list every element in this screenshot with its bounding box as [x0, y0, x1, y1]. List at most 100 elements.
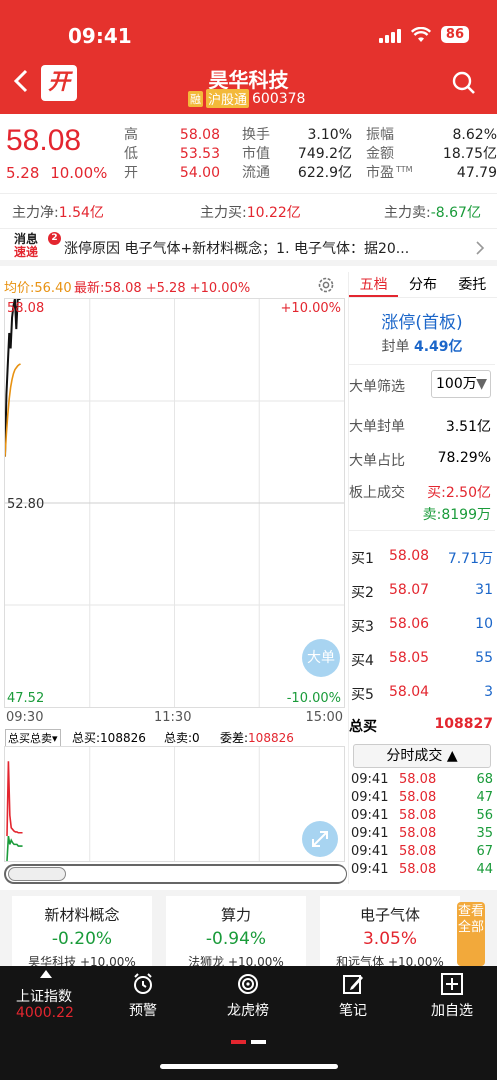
stat-value: 749.2亿 — [297, 146, 352, 162]
total-buy: 总买:108826 — [72, 729, 146, 746]
tick-volume: 67 — [476, 844, 493, 859]
alarm-clock-icon — [134, 973, 152, 994]
tab-alert[interactable]: 预警 — [103, 966, 183, 1020]
price-change: 5.28 10.00% — [6, 164, 107, 182]
bid-price: 58.05 — [389, 650, 430, 666]
big-seal-label: 大单封单 — [349, 419, 405, 435]
board-sell: 卖:8199万 — [423, 504, 491, 524]
x-tick-noon: 11:30 — [154, 710, 192, 725]
target-icon — [238, 974, 258, 994]
sector-change: -0.20% — [51, 929, 113, 949]
tick-volume: 56 — [476, 808, 493, 823]
stat-value: 47.79 — [456, 165, 497, 181]
stat-value: 8.62% — [452, 127, 497, 143]
total-buy-line — [6, 761, 23, 837]
tab-five-levels[interactable]: 五档 — [349, 272, 399, 297]
tab-alert-label: 预警 — [129, 1003, 157, 1019]
stat-label-sup: TTM — [396, 165, 413, 174]
tick-price: 58.08 — [399, 808, 437, 823]
net-flow-value: 1.54亿 — [58, 205, 104, 221]
board-buy-value: 2.50亿 — [445, 485, 491, 501]
y-tick-bottom: 47.52 — [7, 691, 45, 706]
tab-add-watchlist[interactable]: 加自选 — [412, 966, 492, 1020]
intraday-chart[interactable]: 58.08 52.80 47.52 +10.00% -10.00% 大单 — [4, 298, 345, 708]
bid-price: 58.04 — [389, 684, 430, 700]
board-buy-label: 买: — [427, 485, 446, 501]
volume-chart[interactable] — [4, 746, 345, 862]
bid-volume: 7.71万 — [447, 551, 493, 567]
tab-dragon-tiger[interactable]: 龙虎榜 — [208, 966, 288, 1020]
tick-trades-button[interactable]: 分时成交 ▲ — [353, 744, 491, 768]
tick-time: 09:41 — [351, 844, 389, 859]
scrollbar-handle[interactable] — [8, 867, 66, 881]
main-flow-row: 主力净:1.54亿 主力买:10.22亿 主力卖:-8.67亿 — [0, 196, 497, 226]
expand-button[interactable] — [302, 821, 338, 857]
tab-orders[interactable]: 委托 — [448, 272, 497, 297]
avg-price: 均价:56.40 — [4, 277, 72, 296]
avg-price-value: 56.40 — [34, 281, 72, 296]
stat-label: 流通 — [242, 165, 270, 181]
big-ratio-value: 78.29% — [437, 450, 491, 466]
stat-label: 振幅 — [366, 127, 394, 143]
news-logo-bottom: 速递 — [14, 245, 39, 259]
latest-change: +5.28 — [145, 281, 186, 296]
total-sell-line — [6, 835, 23, 862]
x-tick-close: 15:00 — [305, 710, 343, 725]
plus-square-icon — [441, 973, 463, 995]
filter-select[interactable]: 100万 ▼ — [431, 370, 491, 398]
sector-card[interactable]: 新材料概念 -0.20% 昊华科技 +10.00% — [12, 896, 152, 969]
status-icons: 86 — [378, 26, 469, 43]
stat-label: 金额 — [366, 146, 394, 162]
bid-volume: 3 — [484, 684, 493, 700]
bid-volume: 55 — [475, 650, 493, 666]
search-button[interactable] — [451, 70, 477, 96]
board-sell-value: 8199万 — [441, 507, 491, 523]
big-order-button[interactable]: 大单 — [302, 639, 340, 677]
x-tick-open: 09:30 — [6, 710, 44, 725]
change-pct: 10.00% — [50, 164, 108, 182]
sector-card[interactable]: 算力 -0.94% 法狮龙 +10.00% — [166, 896, 306, 969]
latest-pct: +10.00% — [189, 281, 251, 296]
big-ratio-label: 大单占比 — [349, 453, 405, 469]
pct-tick-bottom: -10.00% — [286, 691, 341, 706]
bid-level: 买2 — [351, 585, 374, 601]
tick-time: 09:41 — [351, 772, 389, 787]
status-time: 09:41 — [68, 24, 132, 48]
order-diff-value: 108826 — [248, 731, 294, 745]
chevron-right-icon — [476, 241, 485, 255]
tab-distribution[interactable]: 分布 — [398, 272, 447, 297]
tick-trades-label: 分时成交 — [386, 748, 443, 764]
tick-volume: 44 — [476, 862, 493, 877]
gear-icon[interactable] — [316, 275, 336, 295]
index-tab[interactable]: 上证指数 4000.22 — [4, 966, 86, 1026]
sell-flow-value: -8.67亿 — [430, 205, 481, 221]
triangle-down-icon: ▼ — [476, 376, 487, 392]
pct-tick-top: +10.00% — [280, 301, 341, 316]
tick-price: 58.08 — [399, 826, 437, 841]
bid-level: 买1 — [351, 551, 374, 567]
buy-flow: 主力买:10.22亿 — [200, 202, 301, 222]
tab-notes[interactable]: 笔记 — [313, 966, 393, 1020]
chart-scrollbar[interactable] — [4, 864, 347, 884]
news-ticker[interactable]: 消息 速递 2 涨停原因 电子气体+新材料概念；1. 电子气体：据20... — [0, 228, 497, 266]
total-buy-label: 总买: — [72, 731, 101, 745]
bid-level: 买4 — [351, 653, 374, 669]
total-buy-row-label: 总买 — [349, 719, 377, 735]
total-sell-label: 总卖: — [164, 731, 193, 745]
home-indicator[interactable] — [160, 1064, 338, 1069]
tab-notes-label: 笔记 — [339, 1003, 367, 1019]
seal-amount: 封单 4.49亿 — [349, 336, 495, 356]
volume-selector[interactable]: 总买总卖▾ — [5, 729, 61, 747]
tick-volume: 47 — [476, 790, 493, 805]
board-sell-label: 卖: — [422, 507, 442, 523]
view-all-button[interactable]: 查看全部 — [457, 902, 485, 966]
sector-card[interactable]: 电子气体 3.05% 和远气体 +10.00% — [320, 896, 460, 969]
sell-flow-label: 主力卖: — [384, 205, 431, 221]
total-sell-value: 0 — [192, 731, 200, 745]
wifi-icon — [410, 26, 431, 42]
battery-icon: 86 — [440, 26, 469, 43]
chevron-down-icon: ▾ — [52, 732, 58, 745]
board-buy: 买:2.50亿 — [427, 482, 491, 502]
page-indicator — [251, 1040, 266, 1044]
tick-price: 58.08 — [399, 790, 437, 805]
